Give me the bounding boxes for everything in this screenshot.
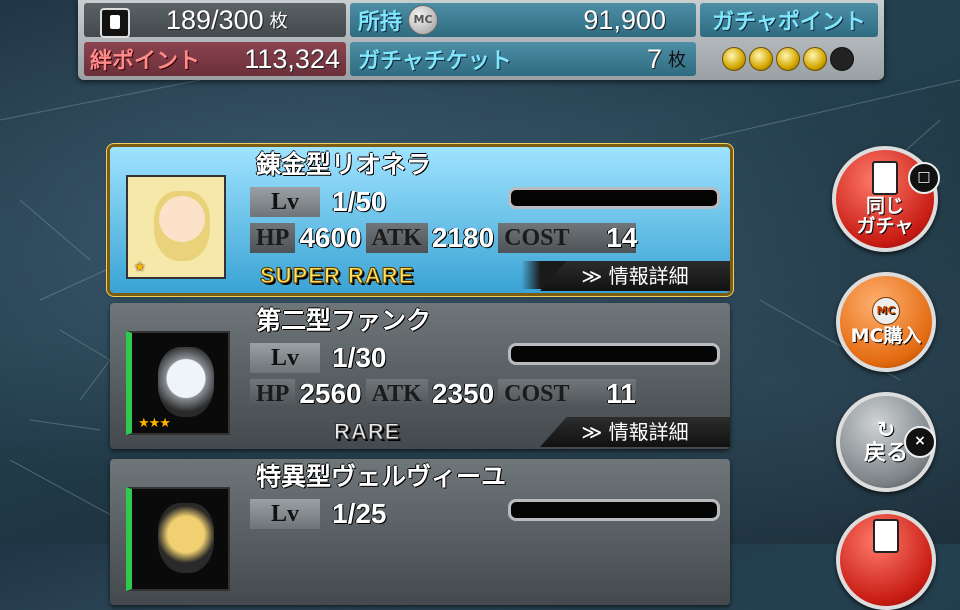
ticket-value: 7 — [646, 43, 662, 74]
rarity-label: SUPER RARE — [259, 263, 415, 289]
rarity-label: RARE — [333, 419, 401, 445]
unit-card[interactable]: ★ 錬金型リオネラ Lv 1/50 HP 4600 ATK 2180 COST … — [110, 147, 730, 293]
gacha-point-filled-icon — [722, 47, 746, 71]
stats-row: HP 4600 ATK 2180 COST 14 — [250, 223, 641, 253]
card-count-cell: 189 /300 枚 — [84, 3, 346, 38]
gacha-point-label: ガチャポイント — [712, 10, 866, 35]
level-row: Lv 1/25 — [250, 499, 391, 529]
lv-label: Lv — [250, 499, 320, 529]
mc-coin-icon: MC — [872, 297, 900, 326]
square-icon: □ — [908, 162, 940, 194]
back-button[interactable]: ↻ 戻る × — [836, 392, 936, 492]
card-unit: 枚 — [269, 11, 288, 32]
lv-value: 1/25 — [332, 498, 387, 529]
unit-name: 第二型ファンク — [256, 306, 432, 335]
unit-face — [154, 191, 210, 261]
card-count: 189 — [166, 4, 212, 35]
lv-label: Lv — [250, 187, 320, 217]
lv-label: Lv — [250, 343, 320, 373]
mc-coin-icon: MC — [408, 5, 439, 35]
unit-face — [158, 347, 214, 417]
hp-value: 2560 — [299, 378, 362, 409]
mc-value: 91,900 — [583, 4, 666, 35]
hp-value: 4600 — [299, 222, 362, 253]
owned-label: 所持 — [358, 10, 403, 35]
ticket-label: ガチャチケット — [358, 49, 512, 74]
atk-label: ATK — [365, 379, 428, 409]
gacha-point-filled-icon — [776, 47, 800, 71]
lv-value: 1/30 — [332, 342, 387, 373]
star-rating: ★ — [134, 260, 146, 275]
exp-bar — [508, 499, 720, 521]
star-rating: ★★★ — [138, 416, 171, 431]
cost-value: 11 — [606, 378, 636, 409]
unit-portrait: ★★★ — [126, 331, 230, 435]
back-arrow-icon: ↻ — [876, 417, 896, 443]
gacha-point-filled-icon — [749, 47, 773, 71]
unit-card[interactable]: 特異型ヴェルヴィーユ Lv 1/25 — [110, 459, 730, 605]
hp-label: HP — [250, 223, 296, 253]
unit-name: 錬金型リオネラ — [256, 150, 432, 179]
gacha-point-empty-icon — [830, 47, 854, 71]
mc-buy-button[interactable]: MC MC購入 — [836, 272, 936, 372]
detail-button[interactable]: ≫ 情報詳細 — [540, 261, 730, 291]
close-icon: × — [904, 426, 936, 458]
gacha-point-filled-icon — [803, 47, 827, 71]
card-icon — [873, 519, 899, 553]
card-icon — [100, 8, 130, 38]
back-label: 戻る — [863, 441, 908, 466]
card-icon — [872, 161, 898, 196]
atk-label: ATK — [365, 223, 428, 253]
card-max: /300 — [211, 4, 264, 35]
detail-button[interactable]: ≫ 情報詳細 — [540, 417, 730, 447]
ticket-cell: ガチャチケット 7 枚 — [350, 42, 696, 76]
atk-value: 2180 — [431, 222, 495, 253]
status-panel: 189 /300 枚 所持 MC 91,900 ガチャポイント 絆ポイント 11… — [78, 0, 884, 80]
atk-value: 2350 — [431, 378, 495, 409]
gacha-point-cell: ガチャポイント — [700, 3, 878, 37]
unit-card[interactable]: ★★★ 第二型ファンク Lv 1/30 HP 2560 ATK 2350 COS… — [110, 303, 730, 449]
kizuna-label: 絆ポイント — [90, 49, 201, 74]
lv-value: 1/50 — [332, 186, 387, 217]
kizuna-value: 113,324 — [244, 43, 340, 74]
mc-buy-label: MC購入 — [850, 325, 922, 348]
kizuna-cell: 絆ポイント 113,324 — [84, 42, 346, 76]
gacha-point-meter — [722, 42, 872, 76]
cost-value: 14 — [606, 222, 638, 253]
unit-portrait: ★ — [126, 175, 226, 279]
exp-bar — [508, 343, 720, 365]
mc-cell: 所持 MC 91,900 — [350, 3, 696, 37]
hp-label: HP — [250, 379, 296, 409]
gacha-button-partial[interactable] — [836, 510, 936, 610]
same-gacha-label: 同じ ガチャ — [856, 195, 914, 237]
unit-face — [158, 503, 214, 573]
level-row: Lv 1/50 — [250, 187, 391, 217]
exp-bar — [508, 187, 720, 209]
level-row: Lv 1/30 — [250, 343, 391, 373]
stats-row: HP 2560 ATK 2350 COST 11 — [250, 379, 640, 409]
unit-portrait — [126, 487, 230, 591]
ticket-unit: 枚 — [668, 50, 686, 71]
same-gacha-button[interactable]: 同じ ガチャ □ — [832, 146, 940, 252]
unit-name: 特異型ヴェルヴィーユ — [256, 462, 507, 491]
